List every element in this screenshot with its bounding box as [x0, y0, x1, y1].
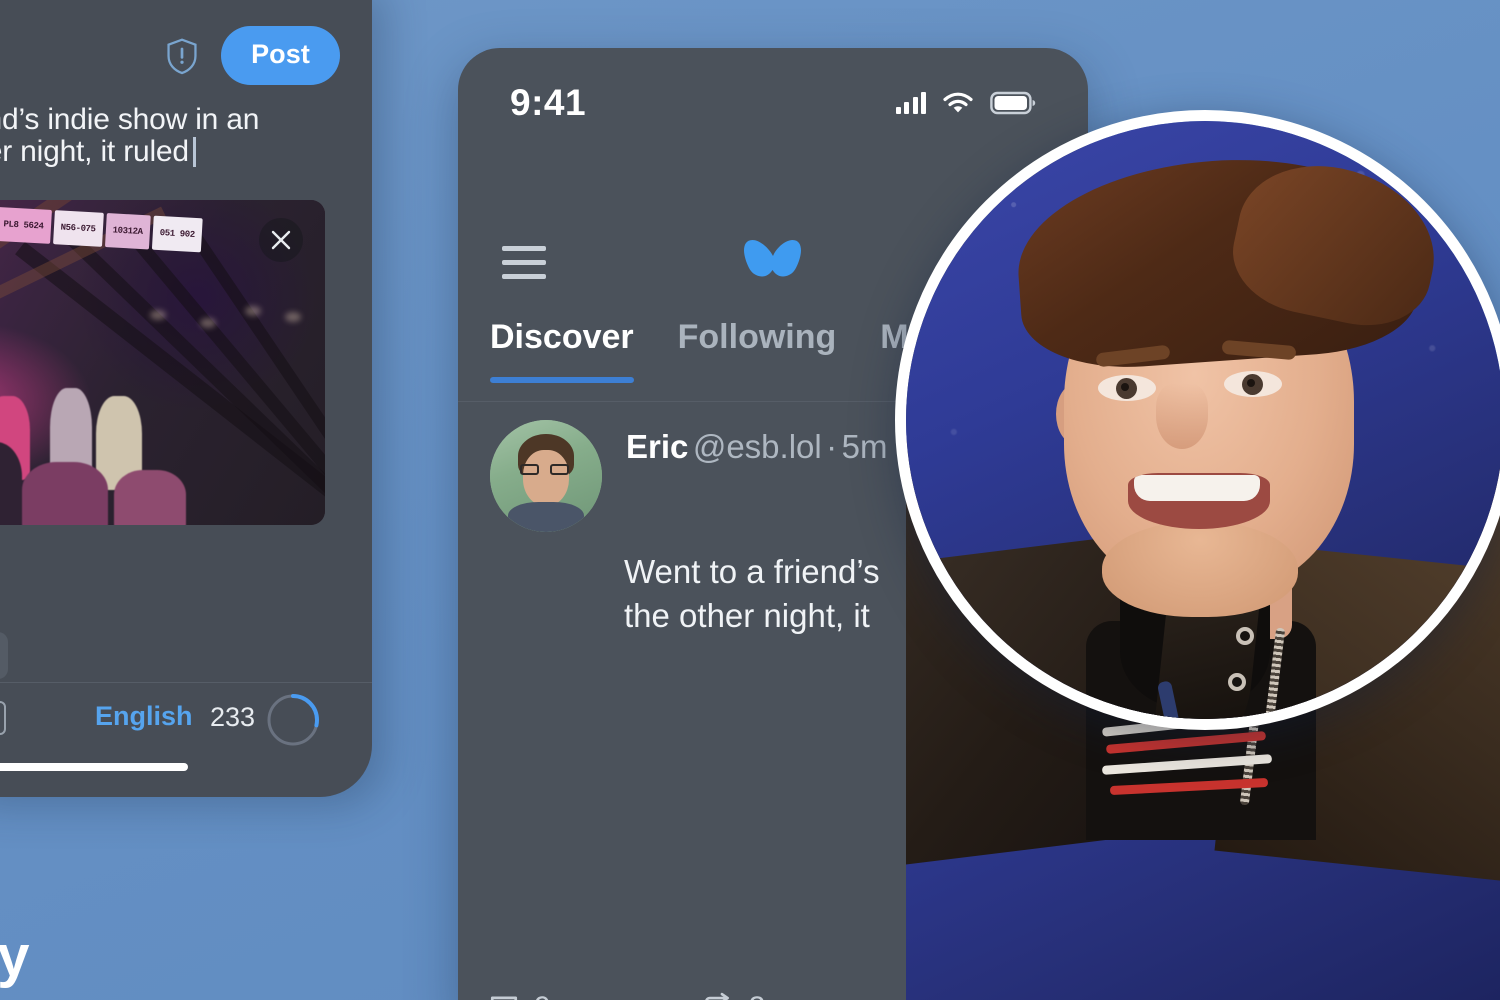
composer-textarea[interactable]: a friend’s indie show in an e other nigh… [0, 103, 340, 169]
close-icon [271, 230, 291, 250]
shield-exclamation-icon[interactable] [165, 37, 199, 75]
post-button[interactable]: Post [221, 26, 340, 85]
eye-left [1098, 375, 1156, 401]
composer-phone: Post a friend’s indie show in an e other… [0, 0, 372, 797]
avatar[interactable] [490, 420, 602, 532]
repost-count: 3 [749, 991, 766, 1000]
interaction-settings-chip[interactable]: nteract [0, 632, 9, 679]
battery-full-icon [990, 91, 1036, 115]
remove-media-button[interactable] [259, 218, 303, 262]
eye-right [1224, 371, 1282, 397]
bluesky-butterfly-icon [744, 240, 801, 277]
reply-action[interactable]: 9 [488, 991, 551, 1000]
composer-text-line-1: a friend’s indie show in an [0, 103, 260, 136]
jacket-eyelet [1228, 673, 1246, 691]
composer-text-line-2: e other night, it ruled [0, 135, 189, 169]
character-progress-ring [267, 694, 319, 746]
repost-icon [704, 992, 729, 1000]
post-timestamp: 5m [841, 428, 888, 465]
post-meta: Eric @esb.lol · 5m [626, 420, 887, 466]
post-body-line-1: Went to a friend’s [624, 553, 880, 590]
status-time: 9:41 [510, 82, 587, 123]
composer-text-line-2-wrap: e other night, it ruled [0, 136, 340, 168]
status-icons [895, 91, 1037, 115]
tab-following[interactable]: Following [678, 318, 837, 369]
reply-count: 9 [534, 991, 551, 1000]
language-selector[interactable]: English [95, 701, 193, 732]
post-meta-separator: · [826, 428, 838, 465]
cellular-signal-icon [895, 92, 926, 114]
repost-action[interactable]: 3 [701, 991, 766, 1000]
wifi-icon [943, 92, 973, 113]
teeth [1134, 475, 1260, 501]
jacket-eyelet [1236, 627, 1254, 645]
composer-media-thumbnail[interactable]: 37 707 42015E PL8 5624 N56-075 10312A 05… [0, 200, 325, 525]
gif-button[interactable]: GIF [0, 701, 6, 735]
text-cursor [192, 137, 196, 168]
reply-icon [490, 996, 518, 1000]
home-indicator [0, 763, 188, 771]
portrait-photo [895, 110, 1500, 730]
chin [1102, 521, 1298, 617]
nose [1156, 383, 1208, 449]
mouth [1128, 473, 1270, 529]
composer-top-bar: Post [165, 26, 340, 85]
tab-discover[interactable]: Discover [490, 318, 634, 383]
post-author-name[interactable]: Eric [626, 428, 688, 465]
post-body-line-2: the other night, it [624, 596, 870, 634]
hamburger-menu-icon[interactable] [502, 245, 546, 279]
post-author-handle[interactable]: @esb.lol [693, 428, 822, 465]
bluesky-wordmark: ky [0, 924, 30, 989]
character-count: 233 [210, 702, 256, 732]
